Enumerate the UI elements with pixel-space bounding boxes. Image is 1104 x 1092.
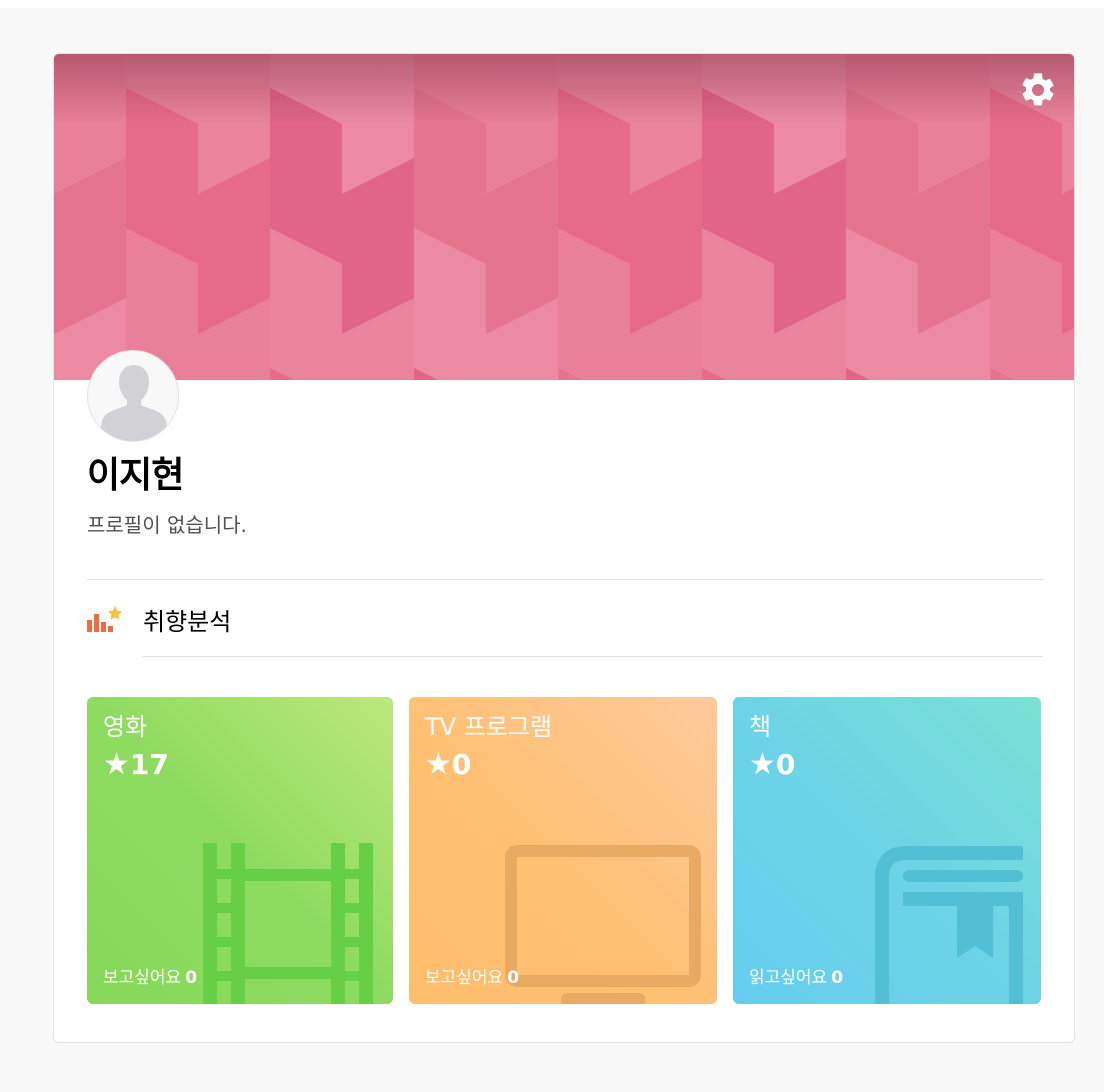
cover-shade bbox=[54, 54, 1074, 124]
star-icon: ★ bbox=[749, 747, 776, 782]
settings-button[interactable] bbox=[1018, 70, 1058, 110]
wishlist-count: 읽고싶어요 0 bbox=[749, 963, 843, 988]
wishlist-label: 읽고싶어요 bbox=[749, 968, 828, 988]
tile-rating: ★0 bbox=[425, 747, 471, 782]
profile-name: 이지현 bbox=[87, 455, 184, 496]
film-strip-icon bbox=[203, 843, 373, 1004]
rating-count: 17 bbox=[129, 748, 169, 781]
tv-tile[interactable]: TV 프로그램 ★0 보고싶어요 0 bbox=[409, 697, 717, 1004]
avatar[interactable] bbox=[87, 350, 179, 442]
wishlist-label: 보고싶어요 bbox=[103, 968, 182, 988]
star-icon: ★ bbox=[103, 747, 130, 782]
tile-title: 책 bbox=[749, 713, 772, 741]
divider bbox=[87, 579, 1043, 580]
tv-icon bbox=[505, 845, 701, 1004]
wishlist-count: 보고싶어요 0 bbox=[103, 963, 197, 988]
gear-icon bbox=[1022, 73, 1054, 106]
rating-count: 0 bbox=[775, 748, 796, 781]
cover-image bbox=[54, 54, 1074, 380]
tile-title: TV 프로그램 bbox=[425, 713, 553, 741]
star-icon: ★ bbox=[425, 747, 452, 782]
wishlist-value: 0 bbox=[185, 968, 198, 988]
divider bbox=[143, 656, 1043, 657]
rating-count: 0 bbox=[451, 748, 472, 781]
wishlist-value: 0 bbox=[507, 968, 520, 988]
tile-rating: ★0 bbox=[749, 747, 795, 782]
taste-analysis-label: 취향분석 bbox=[143, 608, 232, 636]
movie-tile[interactable]: 영화 ★17 보고싶어요 0 bbox=[87, 697, 393, 1004]
top-bar bbox=[0, 0, 1104, 8]
wishlist-count: 보고싶어요 0 bbox=[425, 963, 519, 988]
person-silhouette-icon bbox=[101, 365, 167, 441]
profile-card: 이지현 프로필이 없습니다. 취향분석 영화 ★17 보고싶어요 0 TV 프로… bbox=[53, 53, 1075, 1043]
wishlist-label: 보고싶어요 bbox=[425, 968, 504, 988]
taste-analysis-link[interactable]: 취향분석 bbox=[87, 594, 1043, 658]
tile-title: 영화 bbox=[103, 713, 148, 741]
profile-bio: 프로필이 없습니다. bbox=[87, 513, 247, 537]
book-icon bbox=[875, 846, 1023, 1004]
bar-chart-star-icon bbox=[87, 606, 123, 632]
tile-rating: ★17 bbox=[103, 747, 169, 782]
book-tile[interactable]: 책 ★0 읽고싶어요 0 bbox=[733, 697, 1041, 1004]
wishlist-value: 0 bbox=[831, 968, 844, 988]
